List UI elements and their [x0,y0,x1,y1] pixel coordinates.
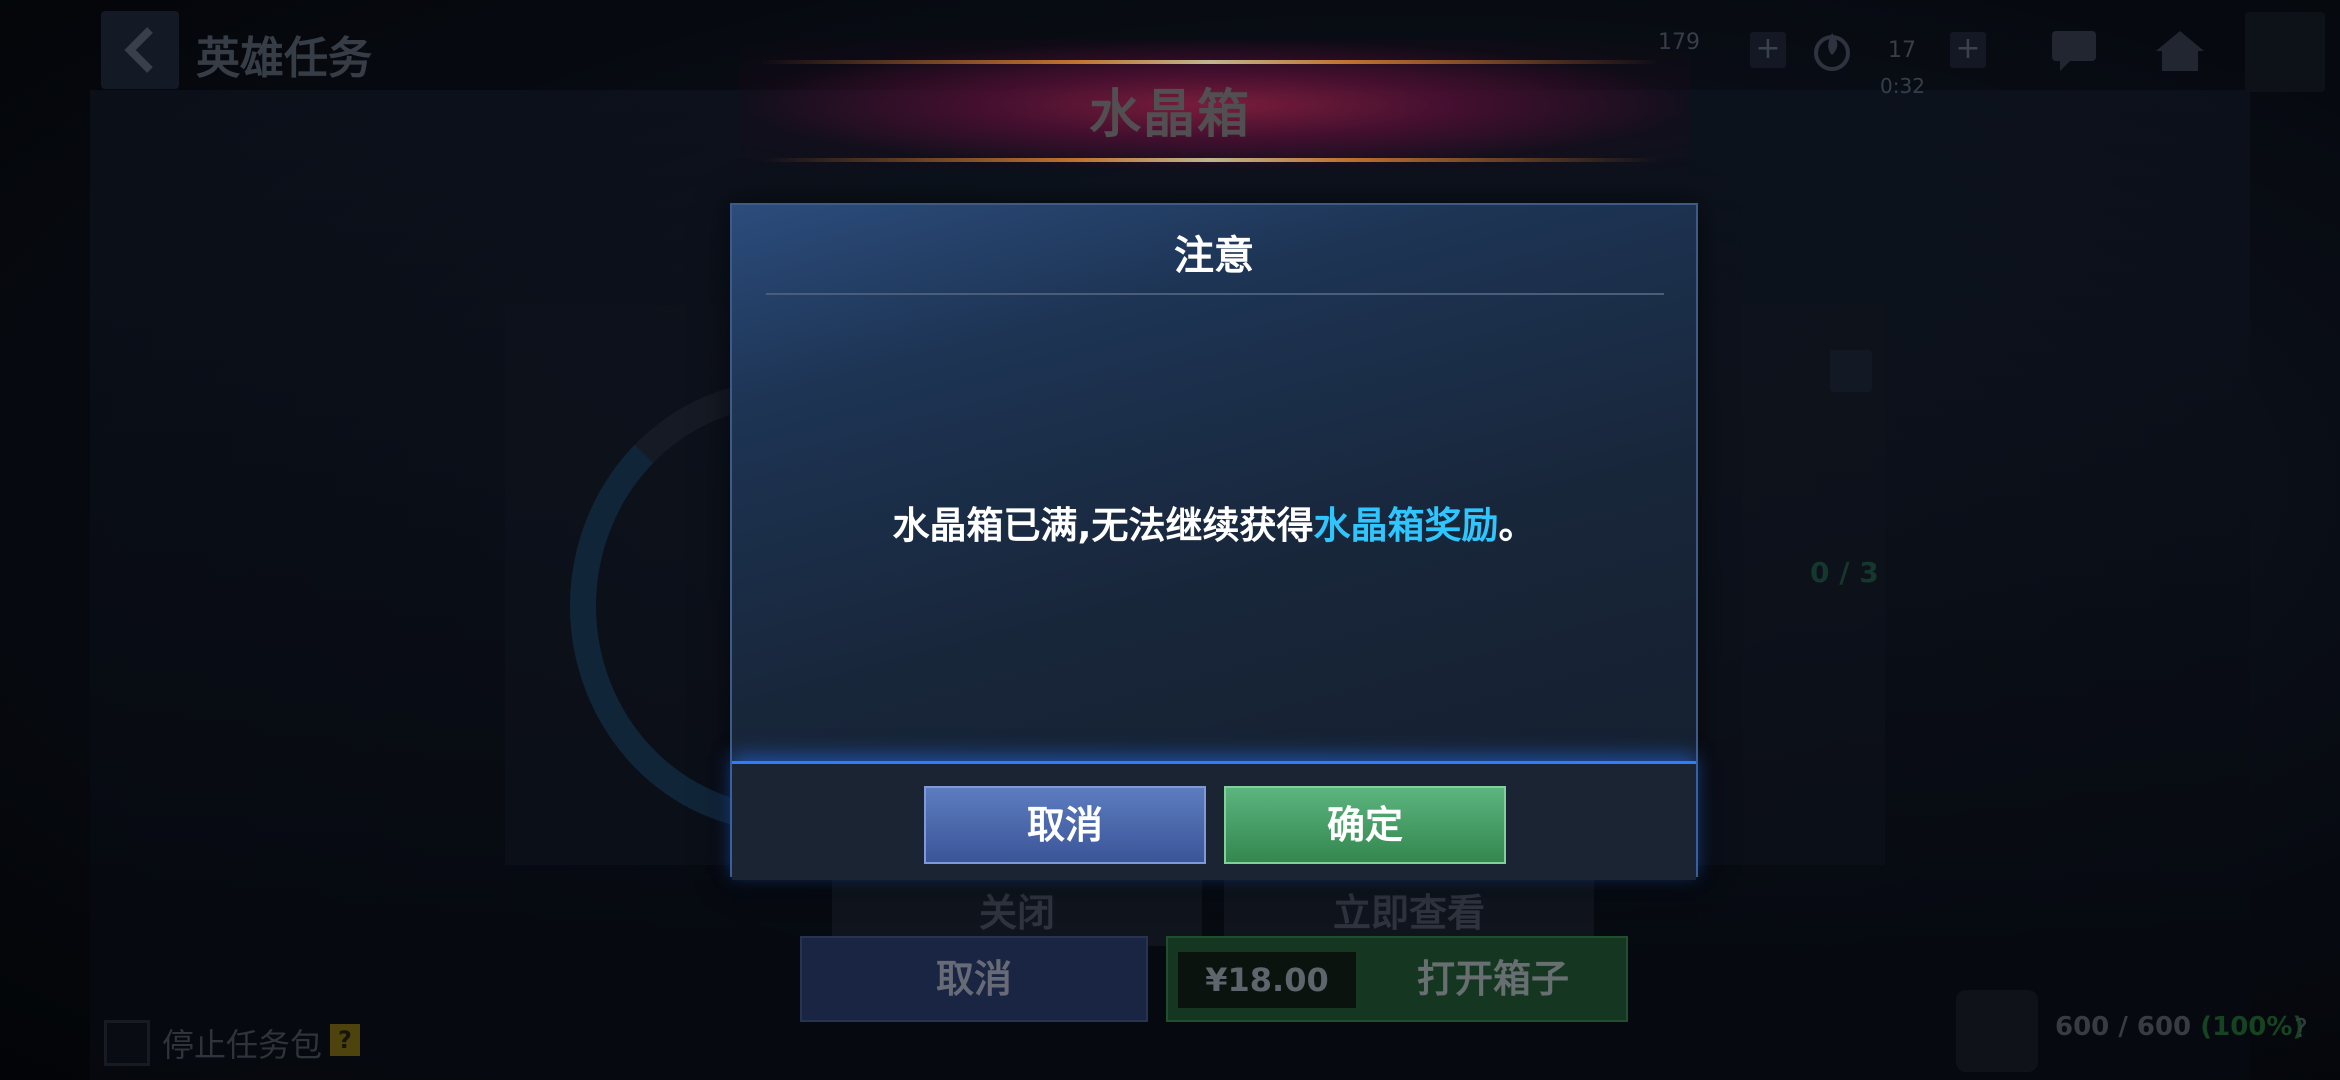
cancel-button[interactable]: 取消 [924,786,1206,864]
dialog-divider [766,293,1664,295]
confirm-button[interactable]: 确定 [1224,786,1506,864]
dialog-title: 注意 [1174,233,1254,279]
game-screen: 0 / 3 英雄任务 179 + 17 0:32 + 水晶箱 关闭 立即查 [0,0,2340,1080]
message-prefix: 水晶箱已满,无法继续获得 [892,504,1314,547]
dialog-message: 水晶箱已满,无法继续获得水晶箱奖励。 [732,495,1696,549]
message-suffix: 。 [1498,504,1536,547]
notice-dialog: 注意 水晶箱已满,无法继续获得水晶箱奖励。 取消 确定 [730,203,1698,880]
dialog-footer: 取消 确定 [732,761,1696,880]
message-highlight: 水晶箱奖励 [1313,504,1499,547]
